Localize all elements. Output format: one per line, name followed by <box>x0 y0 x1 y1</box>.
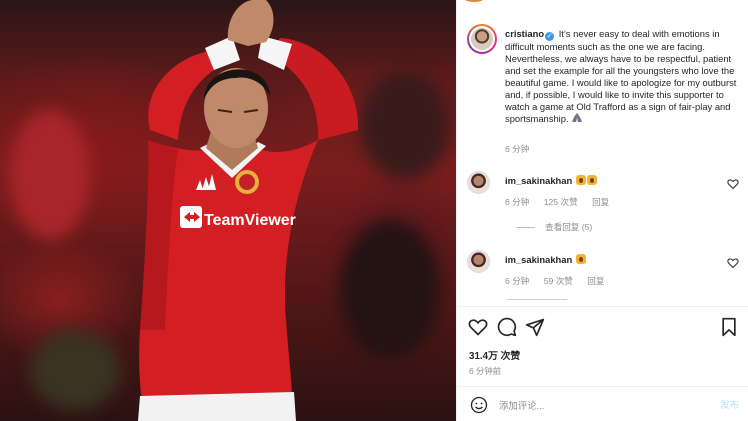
share-icon[interactable] <box>525 317 545 337</box>
post-comment-button[interactable]: 发布 <box>720 397 739 411</box>
commenter-avatar[interactable] <box>467 171 490 194</box>
caption-timestamp: 6 分钟 <box>505 144 530 154</box>
comment-like-count[interactable]: 59 次赞 <box>544 276 573 286</box>
commenter-username[interactable]: im_sakinakhan <box>505 175 572 186</box>
comment-text: im_sakinakhan <box>505 175 597 186</box>
caption-body: It’s never easy to deal with emotions in… <box>505 28 737 124</box>
replies-divider <box>517 227 535 229</box>
comment-item: im_sakinakhan 6 分钟 59 次赞 回复 <box>467 250 743 290</box>
folded-hands-icon <box>572 113 583 122</box>
commenter-avatar[interactable] <box>467 250 490 273</box>
comment-like-count[interactable]: 125 次赞 <box>544 197 578 207</box>
caption-text: cristiano ✓ It’s never easy to deal with … <box>505 28 741 125</box>
post-side-panel: cristiano ✓ It’s never easy to deal with … <box>456 0 748 421</box>
instagram-post-viewer: TeamViewer cristiano ✓ It’s never easy to… <box>0 0 748 421</box>
author-username[interactable]: cristiano <box>505 28 544 39</box>
comment-item: im_sakinakhan 6 分钟 125 次赞 回复 查看回复 (5) <box>467 171 743 241</box>
comment-text: im_sakinakhan <box>505 254 586 265</box>
comment-icon[interactable] <box>497 317 517 337</box>
post-timestamp: 6 分钟前 <box>469 366 502 376</box>
white-shorts <box>138 392 296 421</box>
comment-input[interactable] <box>499 395 699 415</box>
post-caption: cristiano ✓ It’s never easy to deal with … <box>467 24 743 154</box>
author-avatar-border <box>469 26 495 52</box>
add-comment-bar: 发布 <box>457 386 748 421</box>
sponsor-text: TeamViewer <box>204 212 296 229</box>
player-figure: TeamViewer <box>138 0 359 421</box>
comment-meta: 6 分钟 59 次赞 回复 <box>505 275 616 287</box>
reply-button[interactable]: 回复 <box>587 276 604 286</box>
screaming-face-icon <box>586 175 597 185</box>
reply-button[interactable]: 回复 <box>592 197 609 207</box>
comment-timestamp: 6 分钟 <box>505 276 530 286</box>
comment-heart-icon[interactable] <box>727 257 739 269</box>
bookmark-icon[interactable] <box>719 317 739 337</box>
post-photo: TeamViewer <box>0 0 456 421</box>
comment-timestamp: 6 分钟 <box>505 197 530 207</box>
commenter-username[interactable]: im_sakinakhan <box>505 254 572 265</box>
heart-icon[interactable] <box>468 317 488 337</box>
view-replies-button[interactable]: 查看回复 (5) <box>517 221 592 233</box>
clasped-hands <box>227 0 274 46</box>
comment-heart-icon[interactable] <box>727 178 739 190</box>
post-actions: 31.4万 次赞 6 分钟前 <box>457 306 748 384</box>
author-avatar-image <box>471 28 493 50</box>
comment-meta: 6 分钟 125 次赞 回复 <box>505 196 621 208</box>
screaming-face-icon <box>575 175 586 185</box>
view-replies-label: 查看回复 (5) <box>545 222 593 232</box>
screaming-face-icon <box>575 254 586 264</box>
clipped-comment-edge <box>507 299 567 302</box>
crest-inner <box>239 174 255 190</box>
verified-badge-icon: ✓ <box>545 32 555 41</box>
like-count[interactable]: 31.4万 次赞 <box>469 348 520 362</box>
scrolled-avatar-edge <box>461 0 487 2</box>
smile-icon[interactable] <box>470 396 488 414</box>
author-avatar[interactable] <box>467 24 497 54</box>
